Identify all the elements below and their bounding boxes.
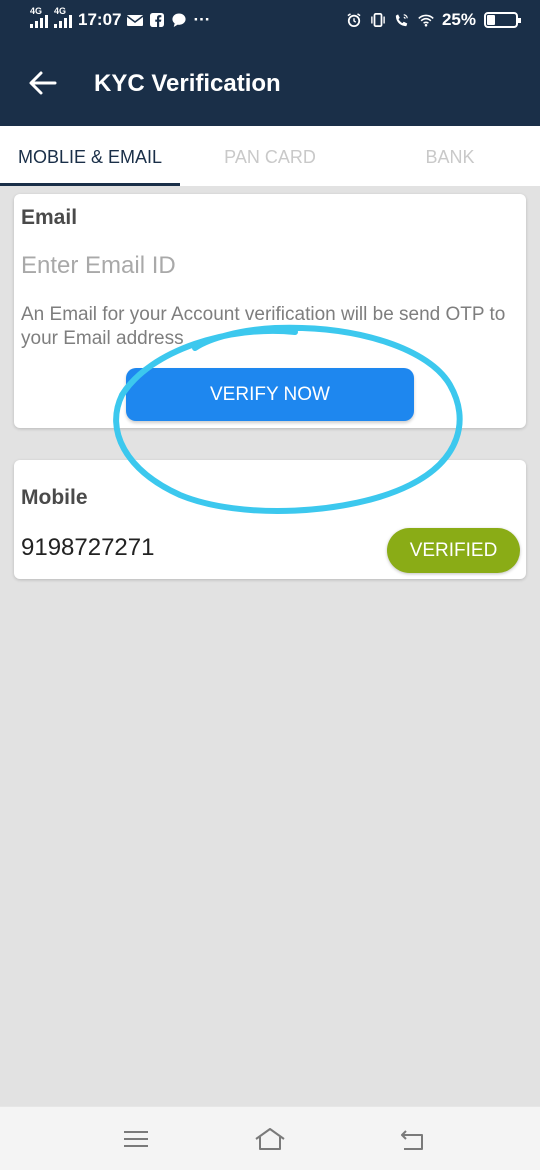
status-left: 4G 4G 17:07 ··· xyxy=(30,6,211,30)
verify-now-button[interactable]: VERIFY NOW xyxy=(126,368,414,421)
battery-percent: 25% xyxy=(441,10,476,29)
network-type-2: 4G xyxy=(54,6,67,16)
navigation-bar xyxy=(0,1106,540,1170)
tab-mobile-email[interactable]: MOBLIE & EMAIL xyxy=(0,126,180,186)
email-input[interactable] xyxy=(21,252,511,280)
mail-icon xyxy=(127,15,144,26)
email-card: Email An Email for your Account verifica… xyxy=(14,194,526,428)
more-icon: ··· xyxy=(193,10,211,29)
mobile-title: Mobile xyxy=(21,486,88,509)
email-note: An Email for your Account verification w… xyxy=(21,304,506,349)
status-right: 25% xyxy=(346,10,521,30)
wifi-call-icon xyxy=(395,14,408,27)
arrow-left-icon[interactable] xyxy=(26,66,60,100)
battery-level xyxy=(487,15,495,25)
menu-icon[interactable] xyxy=(120,1123,152,1155)
facebook-icon xyxy=(150,13,165,27)
back-icon[interactable] xyxy=(396,1123,428,1155)
active-tab-indicator xyxy=(0,183,180,186)
page-title: KYC Verification xyxy=(94,70,281,97)
signal-icon: 4G xyxy=(30,6,48,28)
vibrate-icon xyxy=(371,13,385,27)
tab-bank[interactable]: BANK xyxy=(360,126,540,186)
verified-badge: VERIFIED xyxy=(387,528,520,573)
signal-icon: 4G xyxy=(54,6,72,28)
mobile-card: Mobile 9198727271 VERIFIED xyxy=(14,460,526,579)
wifi-icon xyxy=(418,14,434,27)
app-bar: KYC Verification xyxy=(0,42,540,126)
home-icon[interactable] xyxy=(254,1123,286,1155)
tab-bar: MOBLIE & EMAIL PAN CARD BANK xyxy=(0,126,540,186)
battery-icon xyxy=(484,12,521,28)
alarm-icon xyxy=(347,13,361,27)
network-type-1: 4G xyxy=(30,6,43,16)
status-bar: 4G 4G 17:07 ··· 25% xyxy=(0,0,540,42)
mobile-number: 9198727271 xyxy=(21,534,155,561)
email-title: Email xyxy=(21,206,78,229)
status-time: 17:07 xyxy=(78,10,122,29)
tab-pan-card[interactable]: PAN CARD xyxy=(180,126,360,186)
chat-icon xyxy=(172,13,187,27)
